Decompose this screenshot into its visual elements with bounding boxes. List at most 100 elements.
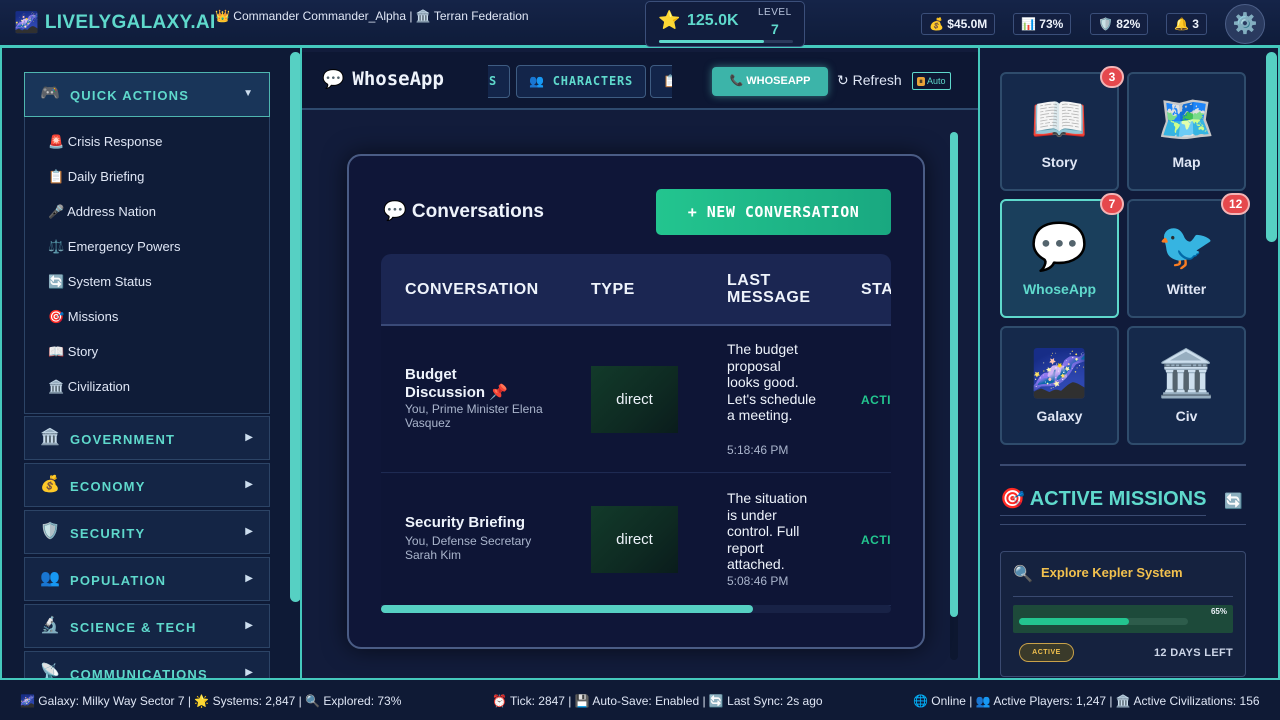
message-time: 5:08:46 PM bbox=[727, 574, 789, 588]
section-population[interactable]: 👥 POPULATION ▶ bbox=[24, 557, 270, 601]
mission-status-badge: ACTIVE bbox=[1019, 643, 1074, 662]
notifications-stat[interactable]: 🔔 3 bbox=[1166, 13, 1207, 35]
quick-action-missions[interactable]: 🎯 Missions bbox=[48, 309, 118, 325]
conversation-participants: You, Defense Secretary Sarah Kim bbox=[405, 534, 532, 562]
divider bbox=[1013, 596, 1233, 597]
quick-action-crisis-response[interactable]: 🚨 Crisis Response bbox=[48, 134, 162, 150]
galaxy-icon: 🌌 bbox=[1030, 347, 1089, 399]
app-tile-witter[interactable]: 🐦 Witter bbox=[1127, 199, 1246, 318]
sidebar-scrollbar[interactable] bbox=[290, 52, 300, 602]
app-tile-label: WhoseApp bbox=[1022, 281, 1097, 297]
app-tile-map[interactable]: 🗺️ Map bbox=[1127, 72, 1246, 191]
settings-button[interactable]: ⚙️ bbox=[1225, 4, 1265, 44]
right-panel-scrollbar[interactable] bbox=[1266, 52, 1277, 242]
tab-characters[interactable]: 👥 CHARACTERS bbox=[516, 65, 647, 98]
table-header: CONVERSATION TYPE LAST MESSAGE STA bbox=[381, 254, 891, 326]
divider bbox=[1000, 524, 1246, 525]
mission-name: Explore Kepler System bbox=[1041, 565, 1183, 580]
book-icon: 📖 bbox=[1030, 93, 1089, 145]
column-header-status[interactable]: STA bbox=[861, 281, 891, 298]
quick-action-address-nation[interactable]: 🎤 Address Nation bbox=[48, 204, 156, 220]
table-row[interactable]: Security Briefing You, Defense Secretary… bbox=[381, 474, 891, 606]
government-icon: 🏛️ bbox=[40, 429, 60, 446]
section-label: SCIENCE & TECH bbox=[70, 620, 197, 635]
table-row[interactable]: Budget Discussion 📌 You, Prime Minister … bbox=[381, 326, 891, 473]
whoseapp-badge: 7 bbox=[1100, 193, 1124, 215]
app-tile-label: Story bbox=[1041, 154, 1078, 170]
section-label: SECURITY bbox=[70, 526, 146, 541]
security-stat[interactable]: 🛡️ 82% bbox=[1090, 13, 1149, 35]
refresh-button[interactable]: ↻ Refresh bbox=[837, 72, 902, 89]
section-government[interactable]: 🏛️ GOVERNMENT ▶ bbox=[24, 416, 270, 460]
section-communications[interactable]: 📡 COMMUNICATIONS ▶ bbox=[24, 651, 270, 680]
section-label: ECONOMY bbox=[70, 479, 146, 494]
quick-action-system-status[interactable]: 🔄 System Status bbox=[48, 274, 152, 290]
pause-icon: ⏸ bbox=[917, 77, 925, 86]
chevron-right-icon: ▶ bbox=[245, 667, 253, 678]
witter-badge: 12 bbox=[1221, 193, 1251, 215]
whoseapp-button[interactable]: 📞 WHOSEAPP bbox=[712, 67, 828, 96]
column-header-type[interactable]: TYPE bbox=[591, 281, 635, 298]
mission-card[interactable]: 🔍 Explore Kepler System 65% ACTIVE 12 DA… bbox=[1000, 551, 1246, 677]
auto-refresh-toggle[interactable]: ⏸ Auto bbox=[912, 72, 951, 90]
chevron-down-icon: ▼ bbox=[243, 88, 253, 99]
classical-building-icon: 🏛️ bbox=[1157, 347, 1216, 399]
refresh-icon[interactable]: 🔄 bbox=[1224, 492, 1243, 510]
tab-next[interactable]: 📋 bbox=[650, 65, 672, 98]
mission-progress-fill bbox=[1019, 618, 1129, 625]
chevron-right-icon: ▶ bbox=[245, 573, 253, 584]
level-progress-fill bbox=[659, 40, 764, 43]
chat-bubble-icon: 💬 bbox=[322, 69, 345, 90]
last-message: The budget proposal looks good. Let's sc… bbox=[727, 341, 817, 423]
column-header-conversation[interactable]: CONVERSATION bbox=[405, 281, 539, 298]
quick-action-story[interactable]: 📖 Story bbox=[48, 344, 98, 360]
tab-strip[interactable]: S 👥 CHARACTERS 📋 bbox=[488, 62, 672, 98]
online-status: 🌐 Online | 👥 Active Players: 1,247 | 🏛️ … bbox=[913, 694, 1260, 708]
app-tile-civ[interactable]: 🏛️ Civ bbox=[1127, 326, 1246, 445]
app-tile-story[interactable]: 📖 Story bbox=[1000, 72, 1119, 191]
conversations-panel: 💬 Conversations + NEW CONVERSATION CONVE… bbox=[347, 154, 925, 649]
section-science-tech[interactable]: 🔬 SCIENCE & TECH ▶ bbox=[24, 604, 270, 648]
chevron-right-icon: ▶ bbox=[245, 479, 253, 490]
quick-action-civilization[interactable]: 🏛️ Civilization bbox=[48, 379, 130, 395]
main-header: 💬 WhoseApp S 👥 CHARACTERS 📋 📞 WHOSEAPP ↻ … bbox=[302, 52, 978, 110]
main-scrollbar-thumb[interactable] bbox=[950, 132, 958, 617]
level-value: 7 bbox=[771, 21, 779, 37]
app-tile-label: Map bbox=[1172, 154, 1201, 170]
level-progress-bar bbox=[659, 40, 793, 43]
new-conversation-button[interactable]: + NEW CONVERSATION bbox=[656, 189, 891, 235]
column-header-last-message[interactable]: LAST MESSAGE bbox=[727, 272, 822, 306]
app-tile-whoseapp[interactable]: 💬 WhoseApp bbox=[1000, 199, 1119, 318]
people-icon: 👥 bbox=[40, 570, 60, 587]
conversation-status: ACTI bbox=[861, 533, 891, 547]
mission-days-left: 12 DAYS LEFT bbox=[1154, 647, 1233, 659]
app-tile-label: Civ bbox=[1175, 408, 1198, 424]
quick-action-daily-briefing[interactable]: 📋 Daily Briefing bbox=[48, 169, 144, 185]
message-time: 5:18:46 PM bbox=[727, 443, 789, 457]
conversation-participants: You, Prime Minister Elena Vasquez bbox=[405, 402, 543, 430]
section-security[interactable]: 🛡️ SECURITY ▶ bbox=[24, 510, 270, 554]
conversation-name: Budget Discussion 📌 bbox=[405, 366, 508, 401]
quick-actions-list: 🚨 Crisis Response 📋 Daily Briefing 🎤 Add… bbox=[24, 117, 270, 414]
tab-previous[interactable]: S bbox=[488, 65, 510, 98]
approval-stat[interactable]: 📊 73% bbox=[1013, 13, 1072, 35]
map-icon: 🗺️ bbox=[1157, 93, 1216, 145]
sidebar: 🎮 QUICK ACTIONS ▼ 🚨 Crisis Response 📋 Da… bbox=[0, 48, 302, 680]
funds-stat[interactable]: 💰 $45.0M bbox=[921, 13, 996, 35]
star-icon: ⭐ bbox=[658, 10, 681, 30]
app-tile-label: Witter bbox=[1166, 281, 1207, 297]
tick-status: ⏰ Tick: 2847 | 💾 Auto-Save: Enabled | 🔄 … bbox=[492, 694, 823, 708]
level-label: LEVEL bbox=[758, 7, 792, 18]
app-title-text: WhoseApp bbox=[352, 68, 444, 90]
gamepad-icon: 🎮 bbox=[40, 85, 60, 102]
table-horizontal-scrollbar[interactable] bbox=[381, 605, 891, 613]
chevron-right-icon: ▶ bbox=[245, 432, 253, 443]
conversation-status: ACTI bbox=[861, 393, 891, 407]
conversations-table: CONVERSATION TYPE LAST MESSAGE STA Budge… bbox=[381, 254, 891, 606]
quick-action-emergency-powers[interactable]: ⚖️ Emergency Powers bbox=[48, 239, 181, 255]
section-economy[interactable]: 💰 ECONOMY ▶ bbox=[24, 463, 270, 507]
quick-actions-header[interactable]: 🎮 QUICK ACTIONS ▼ bbox=[24, 72, 270, 117]
brand[interactable]: 🌌 LIVELYGALAXY.AI bbox=[14, 10, 216, 36]
table-scrollbar-thumb[interactable] bbox=[381, 605, 754, 613]
app-tile-galaxy[interactable]: 🌌 Galaxy bbox=[1000, 326, 1119, 445]
